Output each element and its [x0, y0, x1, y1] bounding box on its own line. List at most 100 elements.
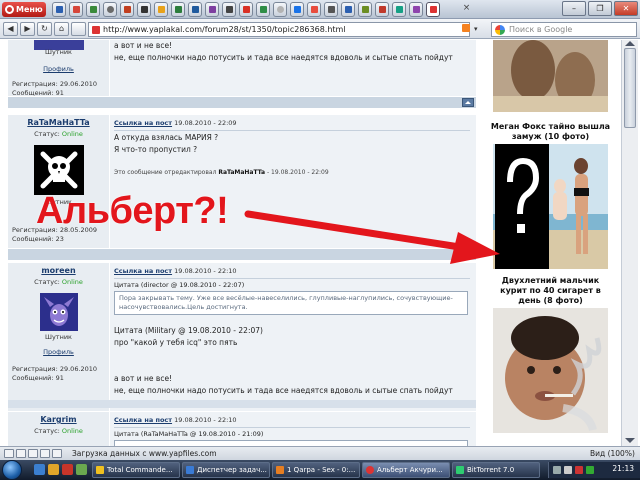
edited-date: - 19.08.2010 - 22:09 — [266, 169, 329, 176]
unite-icon[interactable] — [28, 449, 38, 458]
news-caption[interactable]: Меган Фокс тайно вышла замуж (10 фото) — [488, 122, 613, 142]
tab-button[interactable] — [52, 2, 66, 17]
taskbar-item[interactable]: BitTorrent 7.0 — [452, 462, 540, 478]
status-label: Статус: — [34, 427, 62, 435]
tab-button[interactable] — [171, 2, 185, 17]
user-panel: Шутник Профиль Регистрация: 29.06.2010 С… — [8, 40, 109, 97]
quote-block: Цитата (RaTaMaHaTTa @ 19.08.2010 - 21:09… — [114, 430, 468, 446]
total-commander-icon — [96, 466, 104, 474]
taskbar-item-label: Total Commande... — [107, 466, 173, 474]
address-url: http://www.yaplakal.com/forum28/st/1350/… — [103, 25, 346, 34]
tab-button[interactable] — [205, 2, 219, 17]
address-field[interactable]: http://www.yaplakal.com/forum28/st/1350/… — [88, 22, 470, 37]
profile-link[interactable]: Профиль — [8, 348, 109, 356]
tab-button[interactable] — [409, 2, 423, 17]
status-online-badge: Online — [61, 427, 83, 435]
quicklaunch-folder-icon[interactable] — [48, 464, 59, 475]
quicklaunch-app-icon[interactable] — [76, 464, 87, 475]
news-photo-children[interactable] — [493, 40, 608, 112]
status-label: Статус: — [34, 278, 62, 286]
turbo-icon[interactable] — [40, 449, 50, 458]
show-desktop-icon[interactable] — [34, 464, 45, 475]
username-link[interactable]: RaTaMaHaTTa — [8, 118, 109, 127]
tab-button[interactable] — [392, 2, 406, 17]
news-photo-mystery[interactable] — [493, 144, 608, 269]
rss-icon[interactable] — [462, 24, 470, 32]
restore-button[interactable]: ❐ — [588, 1, 612, 16]
tab-button[interactable] — [103, 2, 117, 17]
minimize-button[interactable]: – — [562, 1, 586, 16]
reload-button[interactable]: ↻ — [37, 22, 52, 36]
opera-menu-button[interactable]: Меню — [2, 2, 46, 17]
post-line: а вот и не все! — [114, 374, 173, 383]
tab-favicon-icon — [123, 6, 131, 13]
page-scrollbar[interactable] — [621, 40, 638, 446]
search-input[interactable]: Поиск в Google — [491, 22, 637, 37]
username-link[interactable]: Kargrim — [8, 415, 109, 424]
address-dropdown-icon[interactable]: ▾ — [474, 22, 486, 37]
taskbar-item-label: Альберт Акчури... — [377, 466, 443, 474]
tab-button[interactable] — [120, 2, 134, 17]
zoom-level[interactable]: Вид (100%) — [590, 447, 635, 460]
scrollbar-thumb[interactable] — [624, 48, 636, 128]
tab-button[interactable] — [290, 2, 304, 17]
post-body: а вот и не все! не, еще полночки надо по… — [110, 40, 476, 96]
task-manager-icon — [186, 466, 194, 474]
panel-icon[interactable] — [4, 449, 14, 458]
post-permalink[interactable]: Ссылка на пост — [114, 267, 172, 275]
panel-toggle-button[interactable] — [71, 22, 86, 36]
tab-button[interactable] — [341, 2, 355, 17]
post-permalink[interactable]: Ссылка на пост — [114, 416, 172, 424]
scroll-up-arrow-icon[interactable] — [625, 41, 635, 46]
tab-bar: Меню × – ❐ ✕ — [0, 0, 640, 19]
images-icon[interactable] — [52, 449, 62, 458]
tab-button[interactable] — [137, 2, 151, 17]
news-photo-smoking-boy[interactable] — [493, 308, 608, 433]
taskbar-item-label: 1 Qarpa - Sex - 0:... — [287, 466, 356, 474]
taskbar-item-label: BitTorrent 7.0 — [467, 466, 515, 474]
close-button[interactable]: ✕ — [614, 1, 638, 16]
tray-volume-icon[interactable] — [564, 466, 572, 474]
tab-button[interactable] — [307, 2, 321, 17]
taskbar-item[interactable]: 1 Qarpa - Sex - 0:... — [272, 462, 360, 478]
start-button[interactable] — [2, 460, 22, 480]
media-player-icon — [276, 466, 284, 474]
tab-button[interactable] — [358, 2, 372, 17]
username-link[interactable]: moreen — [8, 266, 109, 275]
back-button[interactable]: ◀ — [3, 22, 18, 36]
profile-link[interactable]: Профиль — [8, 65, 109, 73]
tab-favicon-icon — [259, 6, 267, 13]
tab-button[interactable] — [86, 2, 100, 17]
home-button[interactable]: ⌂ — [54, 22, 69, 36]
tab-button[interactable] — [154, 2, 168, 17]
tray-antivirus-icon[interactable] — [575, 466, 583, 474]
quicklaunch-opera-icon[interactable] — [62, 464, 73, 475]
tab-button-active[interactable] — [426, 2, 440, 17]
tab-favicon-icon — [310, 6, 318, 13]
taskbar-item[interactable]: Диспетчер задач... — [182, 462, 270, 478]
tab-button[interactable] — [69, 2, 83, 17]
tab-button[interactable] — [222, 2, 236, 17]
tab-button[interactable] — [324, 2, 338, 17]
clock[interactable]: 21:13 — [612, 464, 634, 473]
post-date: 19.08.2010 - 22:10 — [174, 416, 237, 424]
tab-favicon-icon — [361, 6, 369, 13]
tab-button[interactable] — [375, 2, 389, 17]
forward-button[interactable]: ▶ — [20, 22, 35, 36]
tab-button[interactable] — [273, 2, 287, 17]
tab-button[interactable] — [239, 2, 253, 17]
menu-label: Меню — [16, 5, 43, 14]
tab-close-icon[interactable]: × — [461, 3, 472, 14]
tray-network-icon[interactable] — [553, 466, 561, 474]
post-permalink[interactable]: Ссылка на пост — [114, 119, 172, 127]
scroll-top-icon[interactable] — [462, 98, 474, 107]
post-divider — [8, 400, 476, 408]
scroll-down-arrow-icon[interactable] — [625, 438, 635, 443]
taskbar-item[interactable]: Total Commande... — [92, 462, 180, 478]
tab-button[interactable] — [256, 2, 270, 17]
tab-button[interactable] — [188, 2, 202, 17]
news-caption[interactable]: Двухлетний мальчик курит по 40 сигарет в… — [488, 276, 613, 306]
tray-torrent-icon[interactable] — [586, 466, 594, 474]
taskbar-item-active[interactable]: Альберт Акчури... — [362, 462, 450, 478]
sync-icon[interactable] — [16, 449, 26, 458]
